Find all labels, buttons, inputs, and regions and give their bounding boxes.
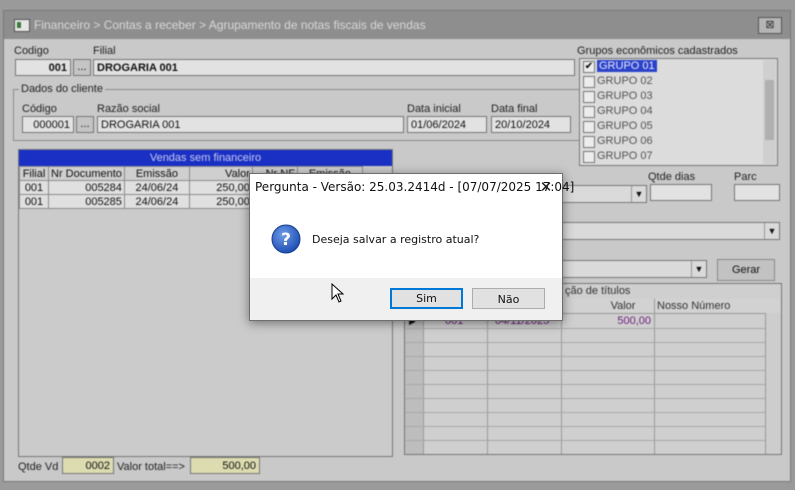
- qtde-vd-field: 0002: [62, 457, 114, 474]
- grupo-item[interactable]: GRUPO 03: [580, 89, 777, 104]
- parc-label: Parc: [734, 171, 757, 183]
- filial-label: Filial: [93, 45, 116, 57]
- checkbox-icon[interactable]: ✔: [583, 61, 595, 73]
- qtde-vd-label: Qtde Vd: [18, 461, 59, 473]
- codigo-label: Codigo: [14, 45, 49, 57]
- checkbox-icon[interactable]: [583, 76, 595, 88]
- cliente-codigo-field[interactable]: 000001: [22, 116, 74, 133]
- titulos-scrollbar[interactable]: [765, 313, 781, 454]
- window-title: Financeiro > Contas a receber > Agrupame…: [34, 18, 426, 32]
- column-header[interactable]: Nosso Número: [657, 299, 757, 313]
- dialog-footer: Sim Não: [250, 278, 562, 320]
- column-header[interactable]: Filial: [19, 166, 49, 181]
- scroll-thumb[interactable]: [765, 80, 774, 140]
- column-header[interactable]: Nr Documento: [48, 166, 125, 181]
- grupo-item[interactable]: GRUPO 06: [580, 134, 777, 149]
- checkbox-icon[interactable]: [583, 91, 595, 103]
- filial-field[interactable]: DROGARIA 001: [93, 59, 575, 76]
- no-button[interactable]: Não: [472, 288, 545, 309]
- checkbox-icon[interactable]: [583, 136, 595, 148]
- column-header[interactable]: Valor: [593, 299, 653, 313]
- codigo-lookup-button[interactable]: ...: [73, 59, 91, 76]
- grupos-label: Grupos econômicos cadastrados: [577, 45, 738, 57]
- data-inicial-field[interactable]: 01/06/2024: [407, 116, 487, 133]
- grupos-scrollbar[interactable]: [763, 60, 776, 164]
- chevron-down-icon[interactable]: ▼: [631, 186, 646, 202]
- razao-social-field[interactable]: DROGARIA 001: [97, 116, 404, 133]
- checkbox-icon[interactable]: [583, 121, 595, 133]
- data-inicial-label: Data inicial: [407, 103, 461, 115]
- grupo-item[interactable]: GRUPO 05: [580, 119, 777, 134]
- vendas-grid-title: Vendas sem financeiro: [19, 150, 392, 166]
- razao-social-label: Razão social: [97, 103, 160, 115]
- combo-3[interactable]: ▼: [559, 260, 707, 278]
- column-header[interactable]: Valor: [188, 166, 253, 181]
- mouse-cursor-icon: [331, 283, 345, 303]
- svg-text:?: ?: [281, 230, 291, 250]
- dialog-title: Pergunta - Versão: 25.03.2414d - [07/07/…: [255, 180, 575, 194]
- codigo-field[interactable]: 001: [15, 59, 71, 76]
- dialog-message: Deseja salvar a registro atual?: [312, 233, 480, 246]
- column-header[interactable]: Emissão: [123, 166, 190, 181]
- app-icon: [14, 19, 30, 32]
- valor-total-field: 500,00: [190, 457, 260, 474]
- data-final-field[interactable]: 20/10/2024: [491, 116, 571, 133]
- question-icon: ?: [271, 224, 301, 254]
- parc-field[interactable]: [734, 184, 780, 201]
- chevron-down-icon[interactable]: ▼: [691, 261, 706, 277]
- dialog-close-button[interactable]: ✕: [536, 177, 556, 197]
- window-titlebar: Financeiro > Contas a receber > Agrupame…: [4, 11, 790, 39]
- grupo-item[interactable]: GRUPO 04: [580, 104, 777, 119]
- qtde-dias-field[interactable]: [650, 184, 712, 201]
- chevron-down-icon[interactable]: ▼: [764, 223, 779, 239]
- confirm-dialog: Pergunta - Versão: 25.03.2414d - [07/07/…: [249, 173, 574, 321]
- dados-cliente-group: [13, 89, 580, 141]
- data-final-label: Data final: [491, 103, 538, 115]
- cliente-lookup-button[interactable]: ...: [76, 116, 94, 133]
- grupo-item[interactable]: ✔ GRUPO 01: [580, 59, 777, 74]
- grupos-list[interactable]: ✔ GRUPO 01 GRUPO 02 GRUPO 03 GRUPO 04 GRU…: [579, 58, 778, 166]
- qtde-dias-label: Qtde dias: [648, 171, 696, 183]
- grupo-item[interactable]: GRUPO 07: [580, 149, 777, 164]
- valor-total-label: Valor total==>: [117, 461, 185, 473]
- window-close-button[interactable]: ⊠: [758, 17, 782, 34]
- checkbox-icon[interactable]: [583, 106, 595, 118]
- titulo-valor[interactable]: 500,00: [565, 314, 651, 328]
- yes-button[interactable]: Sim: [390, 288, 463, 309]
- dados-cliente-label: Dados do cliente: [19, 83, 105, 95]
- dialog-body: ? Deseja salvar a registro atual?: [250, 203, 562, 278]
- gerar-button[interactable]: Gerar: [717, 259, 775, 281]
- cliente-codigo-label: Código: [22, 103, 57, 115]
- titulos-grid-title: ção de títulos: [565, 285, 631, 297]
- checkbox-icon[interactable]: [583, 151, 595, 163]
- combo-2[interactable]: ▼: [559, 222, 780, 240]
- grupo-item[interactable]: GRUPO 02: [580, 74, 777, 89]
